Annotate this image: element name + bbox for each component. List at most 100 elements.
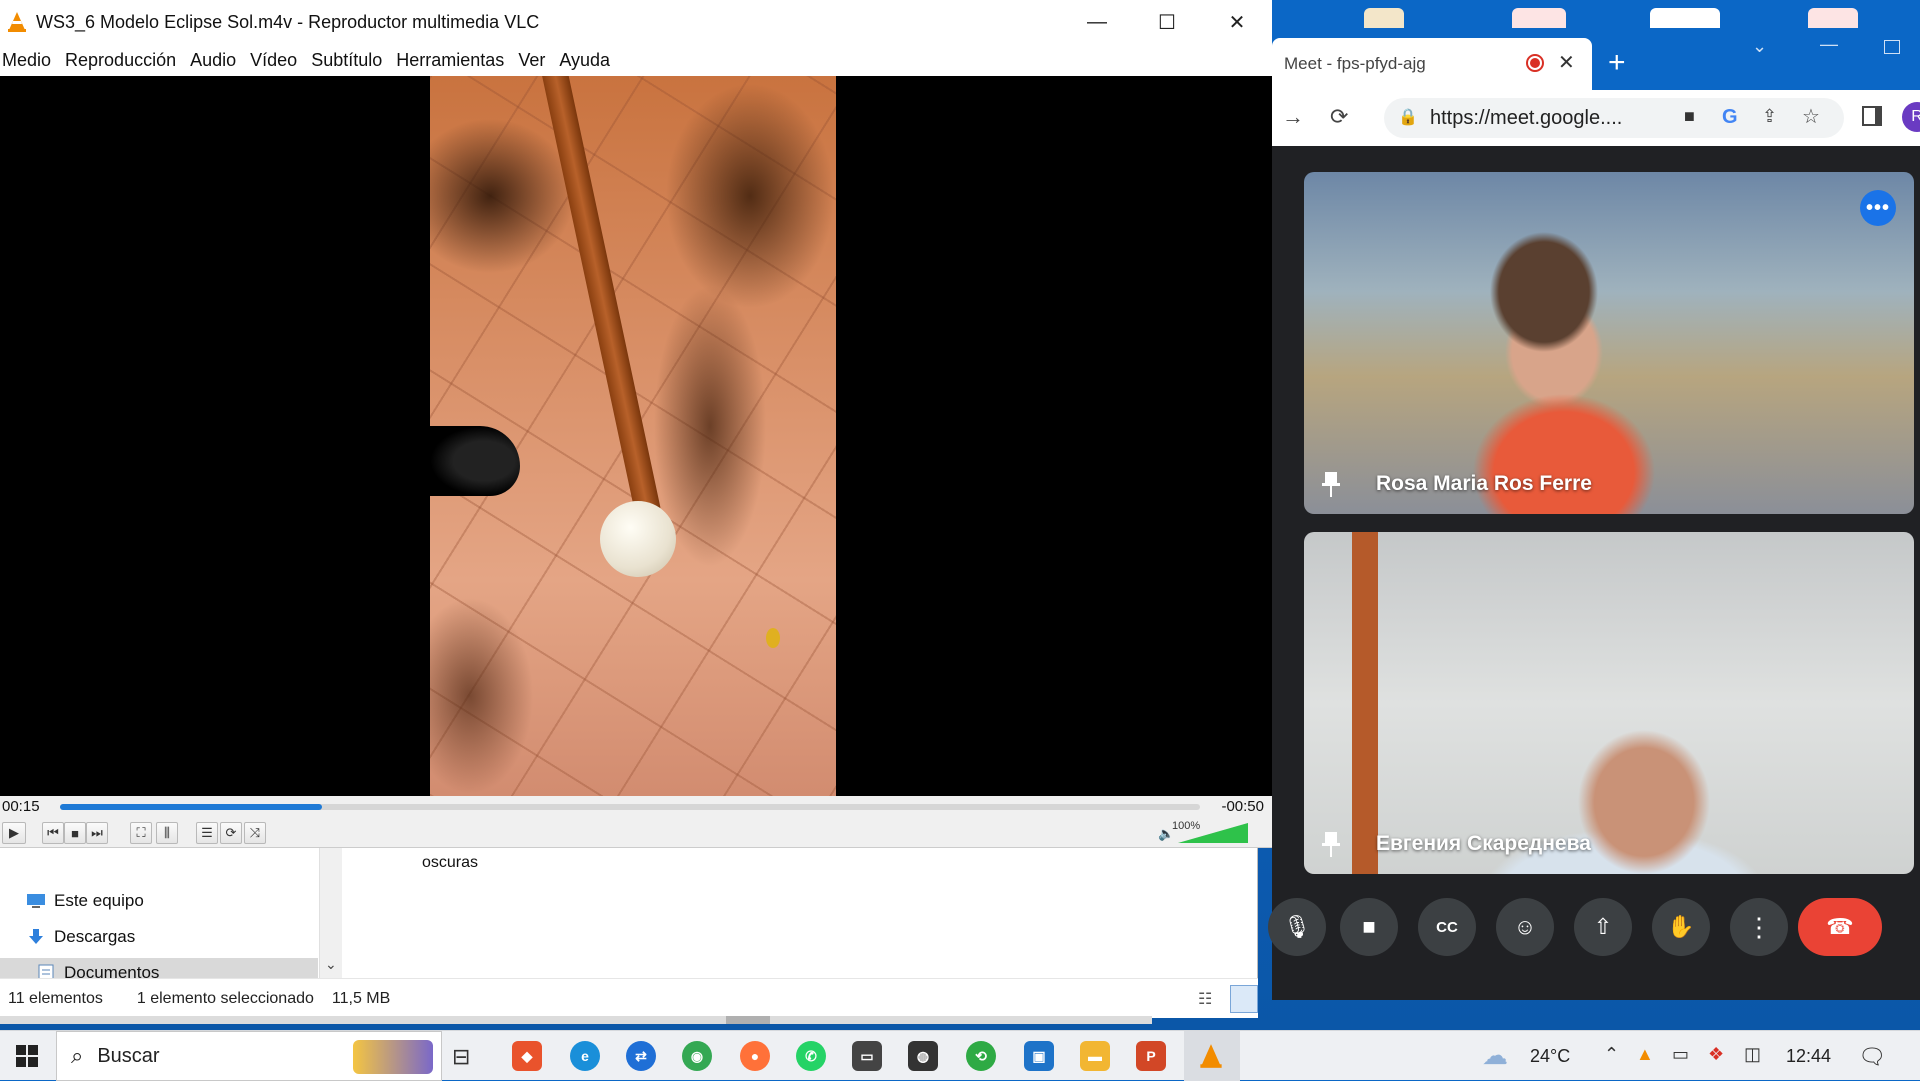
vlc-taskbar-icon[interactable] [1196, 1041, 1226, 1071]
edge-icon[interactable]: e [570, 1041, 600, 1071]
scrollbar-thumb[interactable] [726, 1016, 770, 1024]
seek-bar[interactable] [60, 804, 1200, 810]
vlc-maximize-button[interactable]: ☐ [1132, 0, 1202, 44]
app-icon[interactable]: ▣ [1024, 1041, 1054, 1071]
vlc-progress-row: 00:15 -00:50 [0, 796, 1272, 818]
teamviewer-icon[interactable]: ⇄ [626, 1041, 656, 1071]
pin-icon[interactable] [1322, 830, 1340, 858]
microphone-icon[interactable]: 🎙 [1268, 898, 1326, 956]
previous-icon[interactable]: ⏮ [42, 822, 64, 844]
tab-strip: Meet - fps-pfyd-ajg ✕ + ⌄ — [1272, 0, 1920, 90]
menu-ayuda[interactable]: Ayuda [557, 50, 618, 71]
extended-settings-icon[interactable]: ⫼ [156, 822, 178, 844]
more-options-icon[interactable]: ••• [1860, 190, 1896, 226]
task-view-icon[interactable]: ⊟ [452, 1044, 470, 1070]
google-icon[interactable]: G [1722, 106, 1738, 129]
weather-temp[interactable]: 24°C [1530, 1046, 1570, 1067]
window-thumbnails [1272, 0, 1920, 28]
menu-ver[interactable]: Ver [516, 50, 553, 71]
vlc-controls: ▶ ⏮ ■ ⏭ ⛶ ⫼ ☰ ⟳ ⤨ 🔈 100% [0, 818, 1272, 848]
nav-item-este-equipo[interactable]: Este equipo [26, 886, 144, 916]
firefox-icon[interactable]: ● [740, 1041, 770, 1071]
anydesk-icon[interactable]: ◆ [512, 1041, 542, 1071]
details-view-icon[interactable]: ☷ [1198, 989, 1212, 1009]
emoji-icon[interactable]: ☺ [1496, 898, 1554, 956]
camtasia-icon[interactable]: ⟲ [966, 1041, 996, 1071]
large-icons-view-icon[interactable] [1230, 984, 1258, 1013]
captions-icon[interactable]: CC [1418, 898, 1476, 956]
horizontal-scrollbar[interactable] [0, 1016, 1152, 1024]
playlist-icon[interactable]: ☰ [196, 822, 218, 844]
time-elapsed: 00:15 [2, 798, 40, 815]
app-icon[interactable]: ◍ [908, 1041, 938, 1071]
end-call-button[interactable]: ☎ [1798, 898, 1882, 956]
dropbox-icon[interactable]: ❖ [1708, 1044, 1724, 1065]
speaker-tray-icon[interactable]: ◫ [1744, 1044, 1761, 1065]
raise-hand-icon[interactable]: ✋ [1652, 898, 1710, 956]
tab-close-icon[interactable]: ✕ [1558, 50, 1575, 75]
chevron-up-icon[interactable]: ⌃ [1604, 1044, 1619, 1065]
menu-medio[interactable]: Medio [0, 50, 59, 71]
vlc-minimize-button[interactable]: — [1062, 0, 1132, 44]
menu-herramientas[interactable]: Herramientas [394, 50, 512, 71]
taskbar-search[interactable]: ⌕ Buscar [56, 1031, 442, 1081]
nav-item-descargas[interactable]: Descargas [26, 922, 135, 952]
menu-audio[interactable]: Audio [188, 50, 244, 71]
stop-icon[interactable]: ■ [64, 822, 86, 844]
share-icon[interactable]: ⇪ [1762, 106, 1777, 127]
vlc-window-title: WS3_6 Modelo Eclipse Sol.m4v - Reproduct… [36, 11, 540, 32]
file-explorer-icon[interactable]: ▬ [1080, 1041, 1110, 1071]
present-screen-icon[interactable]: ⇧ [1574, 898, 1632, 956]
fullscreen-icon[interactable]: ⛶ [130, 822, 152, 844]
vlc-title-bar[interactable]: WS3_6 Modelo Eclipse Sol.m4v - Reproduct… [0, 0, 1272, 44]
tab-meet[interactable]: Meet - fps-pfyd-ajg ✕ [1272, 38, 1592, 90]
whatsapp-icon[interactable]: ✆ [796, 1041, 826, 1071]
pin-icon[interactable] [1322, 470, 1340, 498]
chrome-minimize-icon[interactable]: — [1820, 34, 1838, 55]
notifications-icon[interactable]: 🗨 [1858, 1044, 1886, 1070]
camera-toggle-icon[interactable]: ■ [1340, 898, 1398, 956]
next-icon[interactable]: ⏭ [86, 822, 108, 844]
download-icon [26, 928, 46, 946]
search-highlight-image[interactable] [353, 1040, 433, 1074]
start-button[interactable] [0, 1031, 54, 1081]
reload-icon[interactable]: ⟳ [1330, 104, 1348, 130]
computer-icon [26, 892, 46, 910]
tab-search-icon[interactable]: ⌄ [1752, 36, 1767, 57]
camera-icon[interactable]: ■ [1684, 106, 1695, 127]
clock-time[interactable]: 12:44 [1786, 1046, 1831, 1067]
search-icon: ⌕ [71, 1043, 84, 1068]
participant-tile[interactable]: ••• Rosa Maria Ros Ferre [1304, 172, 1914, 514]
loop-icon[interactable]: ⟳ [220, 822, 242, 844]
new-tab-icon[interactable]: + [1608, 46, 1626, 80]
volume-slider[interactable] [1178, 823, 1248, 843]
app-icon[interactable]: ▭ [852, 1041, 882, 1071]
participant-name: Евгения Скареднева [1376, 832, 1591, 855]
menu-reproduccion[interactable]: Reproducción [63, 50, 184, 71]
chrome-icon[interactable]: ◉ [682, 1041, 712, 1071]
vlc-tray-icon[interactable]: ▲ [1636, 1044, 1654, 1065]
profile-avatar[interactable]: R [1902, 102, 1920, 132]
forward-icon[interactable]: → [1282, 104, 1304, 130]
recording-icon [1526, 54, 1544, 72]
side-panel-icon[interactable] [1862, 106, 1882, 126]
participant-tile[interactable]: Евгения Скареднева [1304, 532, 1914, 874]
video-area[interactable] [0, 76, 1272, 796]
powerpoint-icon[interactable]: P [1136, 1041, 1166, 1071]
selection-status: 1 elemento seleccionado [136, 989, 314, 1007]
weather-cloud-icon[interactable]: ☁ [1482, 1040, 1508, 1071]
chevron-down-icon[interactable]: ⌄ [325, 956, 337, 973]
more-options-vertical-icon[interactable]: ⋮ [1730, 898, 1788, 956]
selection-size: 11,5 MB [331, 989, 391, 1007]
vlc-close-button[interactable]: ✕ [1202, 0, 1272, 44]
play-button[interactable]: ▶ [2, 822, 26, 844]
menu-subtitulo[interactable]: Subtítulo [309, 50, 390, 71]
time-remaining[interactable]: -00:50 [1221, 798, 1264, 815]
shuffle-icon[interactable]: ⤨ [244, 822, 266, 844]
address-bar[interactable]: 🔒 https://meet.google.... ■ G ⇪ ☆ [1384, 98, 1844, 138]
star-icon[interactable]: ☆ [1802, 104, 1820, 129]
menu-video[interactable]: Vídeo [248, 50, 305, 71]
nav-scrollbar[interactable]: ⌄ [320, 848, 342, 978]
battery-icon[interactable]: ▭ [1672, 1044, 1689, 1065]
chrome-maximize-icon[interactable] [1884, 40, 1900, 54]
